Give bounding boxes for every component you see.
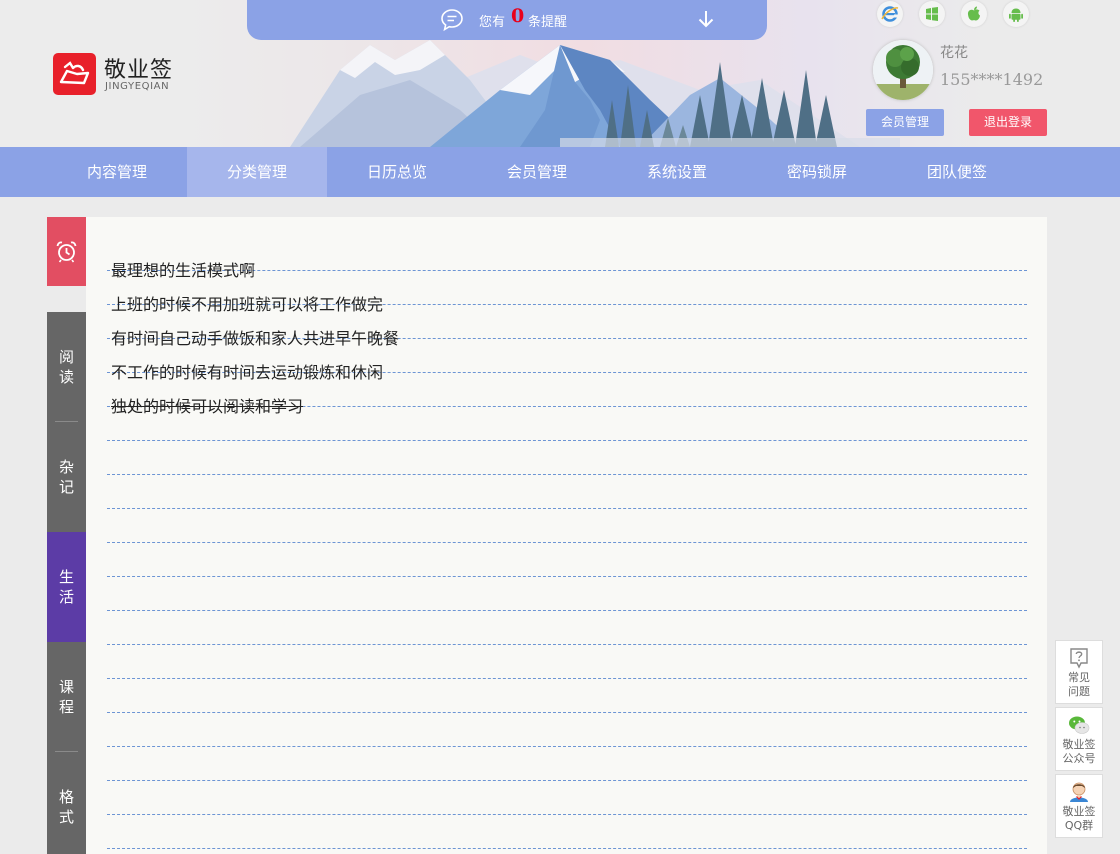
logout-button[interactable]: 退出登录 — [969, 109, 1047, 136]
alarm-clock-icon — [56, 241, 77, 263]
empty-line[interactable] — [107, 543, 1027, 577]
user-phone: 155****1492 — [940, 70, 1044, 89]
category-label: 杂记 — [58, 458, 74, 496]
brand-name: 敬业签 — [104, 58, 174, 83]
avatar[interactable] — [873, 40, 933, 100]
note-line-completed[interactable]: 独处的时候可以阅读和学习 — [107, 373, 1027, 416]
qq-group-widget[interactable]: 敬业签 QQ群 — [1055, 774, 1103, 838]
logo-icon — [59, 61, 90, 85]
nav-membership[interactable]: 会员管理 — [467, 147, 607, 197]
category-label: 格式 — [58, 788, 74, 826]
empty-line[interactable] — [107, 781, 1027, 815]
ie-icon[interactable] — [877, 1, 903, 27]
qq-icon — [1070, 782, 1088, 802]
category-tab-reading[interactable]: 阅读 — [47, 312, 86, 422]
nav-lock-screen[interactable]: 密码锁屏 — [747, 147, 887, 197]
wechat-widget[interactable]: 敬业签 公众号 — [1055, 707, 1103, 771]
reminder-prefix: 您有 — [479, 15, 506, 30]
android-icon[interactable] — [1003, 1, 1029, 27]
nav-category[interactable]: 分类管理 — [187, 147, 327, 197]
nav-team-notes[interactable]: 团队便签 — [887, 147, 1027, 197]
empty-line[interactable] — [107, 815, 1027, 849]
widget-label: QQ群 — [1064, 819, 1094, 832]
note-editor[interactable]: 最理想的生活模式啊 上班的时候不用加班就可以将工作做完 有时间自己动手做饭和家人… — [86, 217, 1047, 854]
reminder-suffix: 条提醒 — [528, 15, 568, 30]
category-label: 课程 — [58, 678, 74, 716]
empty-line[interactable] — [107, 441, 1027, 475]
category-label: 生活 — [58, 568, 74, 606]
wechat-icon — [1069, 716, 1090, 734]
note-line[interactable]: 上班的时候不用加班就可以将工作做完 — [107, 271, 1027, 314]
empty-line[interactable] — [107, 747, 1027, 781]
arrow-down-icon[interactable] — [697, 9, 715, 29]
note-line[interactable]: 最理想的生活模式啊 — [107, 237, 1027, 280]
note-line[interactable]: 有时间自己动手做饭和家人共进早午晚餐 — [107, 305, 1027, 348]
category-tab-format[interactable]: 格式 — [47, 752, 86, 854]
category-label: 阅读 — [58, 348, 74, 386]
widget-label: 常见 — [1068, 671, 1090, 684]
category-tab-life[interactable]: 生活 — [47, 532, 86, 642]
category-tab-notes[interactable]: 杂记 — [47, 422, 86, 532]
reminder-tab[interactable] — [47, 217, 86, 286]
category-tab-course[interactable]: 课程 — [47, 642, 86, 752]
nav-calendar[interactable]: 日历总览 — [327, 147, 467, 197]
empty-line[interactable] — [107, 577, 1027, 611]
avatar-image — [873, 40, 933, 100]
brand-subtitle: JINGYEQIAN — [105, 81, 170, 92]
empty-line[interactable] — [107, 509, 1027, 543]
widget-label: 敬业签 — [1062, 738, 1096, 751]
widget-label: 敬业签 — [1062, 805, 1096, 818]
empty-line[interactable] — [107, 679, 1027, 713]
empty-line[interactable] — [107, 713, 1027, 747]
widget-label: 问题 — [1068, 685, 1090, 698]
member-management-button[interactable]: 会员管理 — [866, 109, 944, 136]
faq-widget[interactable]: 常见 问题 — [1055, 640, 1103, 704]
empty-line[interactable] — [107, 475, 1027, 509]
note-line[interactable]: 不工作的时候有时间去运动锻炼和休闲 — [107, 339, 1027, 382]
header: 敬业签 JINGYEQIAN 您有 0 条提醒 花花 155****1492 会… — [0, 0, 1120, 147]
widget-label: 公众号 — [1062, 752, 1096, 765]
nav-settings[interactable]: 系统设置 — [607, 147, 747, 197]
help-icon — [1070, 648, 1088, 669]
chat-icon — [441, 9, 463, 32]
empty-line[interactable] — [107, 611, 1027, 645]
apple-icon[interactable] — [961, 1, 987, 27]
nav-content[interactable]: 内容管理 — [47, 147, 187, 197]
windows-icon[interactable] — [919, 1, 945, 27]
empty-line[interactable] — [107, 645, 1027, 679]
reminder-count: 0 — [511, 5, 525, 27]
username: 花花 — [940, 45, 968, 61]
empty-line[interactable] — [107, 407, 1027, 441]
main-nav: 内容管理 分类管理 日历总览 会员管理 系统设置 密码锁屏 团队便签 — [0, 147, 1120, 197]
logo[interactable] — [53, 53, 96, 95]
reminder-bar[interactable]: 您有 0 条提醒 — [247, 0, 767, 40]
